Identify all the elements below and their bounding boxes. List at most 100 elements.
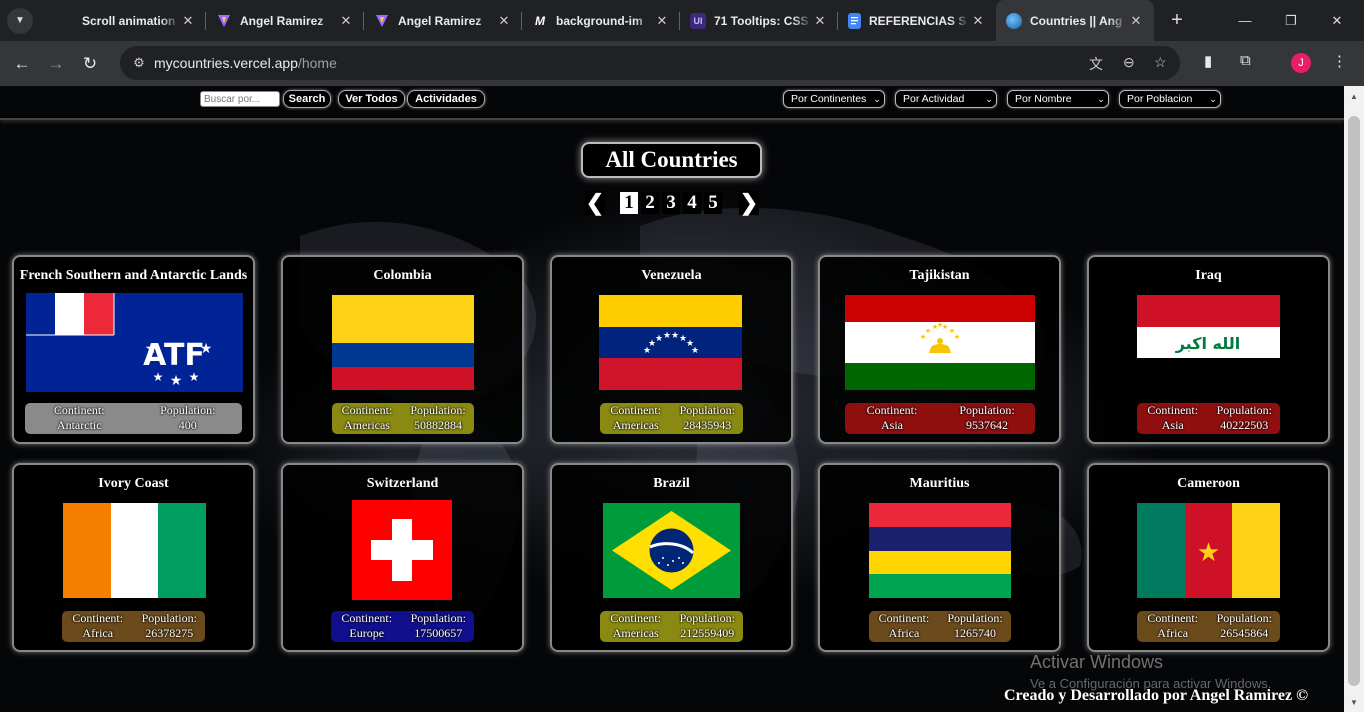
- continent-value: Antarctic: [56, 418, 102, 432]
- zoom-icon[interactable]: ⊖: [1123, 54, 1135, 71]
- country-card[interactable]: Switzerland Continent: Europe Population: 17…: [281, 463, 524, 652]
- windows-activation-title: Activar Windows: [1030, 652, 1164, 672]
- scroll-down-icon[interactable]: ▼: [1350, 698, 1358, 707]
- next-page-button[interactable]: ❯: [739, 190, 759, 215]
- sort-name-select[interactable]: Por Nombre ⌄: [1007, 90, 1109, 108]
- scrollbar-thumb[interactable]: [1348, 116, 1360, 686]
- tab-title: REFERENCIAS S: [869, 13, 967, 28]
- country-name: Ivory Coast: [98, 476, 169, 491]
- continent-label: Continent:: [878, 611, 930, 625]
- footer-credit: Creado y Desarrollado por Angel Ramirez …: [1004, 687, 1309, 704]
- close-icon[interactable]: ✕: [654, 13, 670, 29]
- prev-page-button[interactable]: ❮: [585, 190, 605, 215]
- continent-value: Africa: [1157, 626, 1189, 640]
- svg-text:★: ★: [954, 333, 960, 341]
- menu-icon[interactable]: ⋮: [1332, 52, 1347, 70]
- tab-referencias[interactable]: REFERENCIAS S ✕: [838, 0, 996, 41]
- country-card[interactable]: Brazil Continent: Americas Population: 21255…: [550, 463, 793, 652]
- page-button-5[interactable]: 5: [704, 192, 722, 214]
- close-icon[interactable]: ✕: [338, 13, 354, 29]
- continent-label: Continent:: [1147, 403, 1199, 417]
- country-card[interactable]: Iraq الله اكبر Continent: Asia Population: 40…: [1087, 255, 1330, 444]
- svg-text:★: ★: [655, 334, 663, 344]
- svg-text:★: ★: [145, 340, 158, 356]
- window-close-icon[interactable]: ✕: [1314, 0, 1360, 41]
- tab-tooltips[interactable]: UI 71 Tooltips: CSS ✕: [680, 0, 838, 41]
- country-info: Continent: Asia Population: 9537642: [844, 403, 1035, 434]
- extension-icon[interactable]: ▮: [1204, 52, 1212, 70]
- population-label: Population:: [1216, 611, 1272, 625]
- search-input[interactable]: [200, 91, 280, 107]
- continent-label: Continent:: [53, 403, 105, 417]
- country-flag: [603, 503, 740, 598]
- restore-icon[interactable]: ❐: [1268, 0, 1314, 41]
- chevron-down-icon: ⌄: [1209, 93, 1217, 104]
- population-value: 212559409: [680, 626, 735, 640]
- filter-activity-select[interactable]: Por Actividad ⌄: [895, 90, 997, 108]
- population-label: Population:: [947, 611, 1003, 625]
- page-scrollbar[interactable]: ▲ ▼: [1344, 86, 1364, 712]
- continent-label: Continent:: [341, 403, 393, 417]
- svg-text:★: ★: [937, 321, 943, 329]
- page-button-1[interactable]: 1: [620, 192, 638, 214]
- reload-icon[interactable]: ↻: [73, 47, 107, 81]
- minimize-icon[interactable]: —: [1222, 0, 1268, 41]
- continent-label: Continent:: [610, 403, 662, 417]
- country-card[interactable]: Cameroon ★ Continent: Africa Population: 2654…: [1087, 463, 1330, 652]
- translate-icon[interactable]: 文: [1089, 54, 1103, 74]
- sort-population-select[interactable]: Por Poblacion ⌄: [1119, 90, 1221, 108]
- country-name: Tajikistan: [909, 268, 970, 283]
- country-card[interactable]: French Southern and Antarctic Lands ATF ★ ★…: [12, 255, 255, 444]
- page-button-4[interactable]: 4: [683, 192, 701, 214]
- new-tab-icon[interactable]: +: [1162, 9, 1192, 32]
- tab-background-image[interactable]: M background-im ✕: [522, 0, 680, 41]
- population-value: 400: [178, 418, 197, 432]
- search-button[interactable]: Search: [283, 90, 331, 108]
- country-card[interactable]: Mauritius Continent: Africa Population: 1265…: [818, 463, 1061, 652]
- tab-scroll-animation[interactable]: Scroll animation ✕: [48, 0, 206, 41]
- population-value: 1265740: [954, 626, 996, 640]
- site-settings-icon[interactable]: ⚙: [124, 55, 154, 71]
- blank-icon: [58, 13, 74, 29]
- chevron-down-icon: ⌄: [985, 93, 993, 104]
- tab-angel-ramirez-1[interactable]: Angel Ramirez ✕: [206, 0, 364, 41]
- country-card[interactable]: Tajikistan ★ ★ ★ ★ ★ ★ ★ Continent: Asia Populatio…: [818, 255, 1061, 444]
- population-label: Population:: [959, 403, 1015, 417]
- avatar[interactable]: J: [1291, 53, 1311, 73]
- close-icon[interactable]: ✕: [970, 13, 986, 29]
- close-icon[interactable]: ✕: [496, 13, 512, 29]
- actividades-button[interactable]: Actividades: [407, 90, 485, 108]
- tab-angel-ramirez-2[interactable]: Angel Ramirez ✕: [364, 0, 522, 41]
- ver-todos-button[interactable]: Ver Todos: [338, 90, 405, 108]
- bookmark-star-icon[interactable]: ☆: [1154, 54, 1167, 71]
- close-icon[interactable]: ✕: [1128, 13, 1144, 29]
- country-flag: [63, 503, 206, 598]
- chevron-down-icon: ⌄: [873, 93, 881, 104]
- docs-icon: [848, 12, 861, 29]
- top-navbar: Search Ver Todos Actividades Por Contine…: [0, 86, 1344, 120]
- address-bar[interactable]: ⚙ mycountries.vercel.app/home 文 ⊖ ☆: [120, 46, 1180, 80]
- filter-continent-select[interactable]: Por Continentes ⌄: [783, 90, 885, 108]
- scroll-up-icon[interactable]: ▲: [1350, 92, 1358, 101]
- select-label: Por Poblacion: [1127, 93, 1193, 105]
- continent-label: Continent:: [610, 611, 662, 625]
- country-card[interactable]: Colombia Continent: Americas Population: 508…: [281, 255, 524, 444]
- forward-icon[interactable]: →: [39, 47, 73, 81]
- tab-search-icon[interactable]: ▼: [7, 7, 33, 34]
- continent-value: Africa: [888, 626, 920, 640]
- page-button-3[interactable]: 3: [662, 192, 680, 214]
- page-button-2[interactable]: 2: [641, 192, 659, 214]
- country-info: Continent: Asia Population: 40222503: [1137, 403, 1280, 434]
- tab-countries[interactable]: Countries || Ang ✕: [996, 0, 1154, 41]
- continent-label: Continent:: [866, 403, 918, 417]
- country-info: Continent: Europe Population: 17500657: [331, 611, 474, 642]
- country-info: Continent: Americas Population: 50882884: [331, 403, 474, 434]
- ui-icon: UI: [690, 12, 706, 29]
- country-card[interactable]: Venezuela ★ ★ ★ ★ ★ ★ ★ ★ Continent: Americas Popul…: [550, 255, 793, 444]
- close-icon[interactable]: ✕: [180, 13, 196, 29]
- population-value: 9537642: [966, 418, 1008, 432]
- country-card[interactable]: Ivory Coast Continent: Africa Population: 26…: [12, 463, 255, 652]
- back-icon[interactable]: ←: [5, 47, 39, 81]
- puzzle-icon[interactable]: ⧉: [1240, 52, 1251, 69]
- close-icon[interactable]: ✕: [812, 13, 828, 29]
